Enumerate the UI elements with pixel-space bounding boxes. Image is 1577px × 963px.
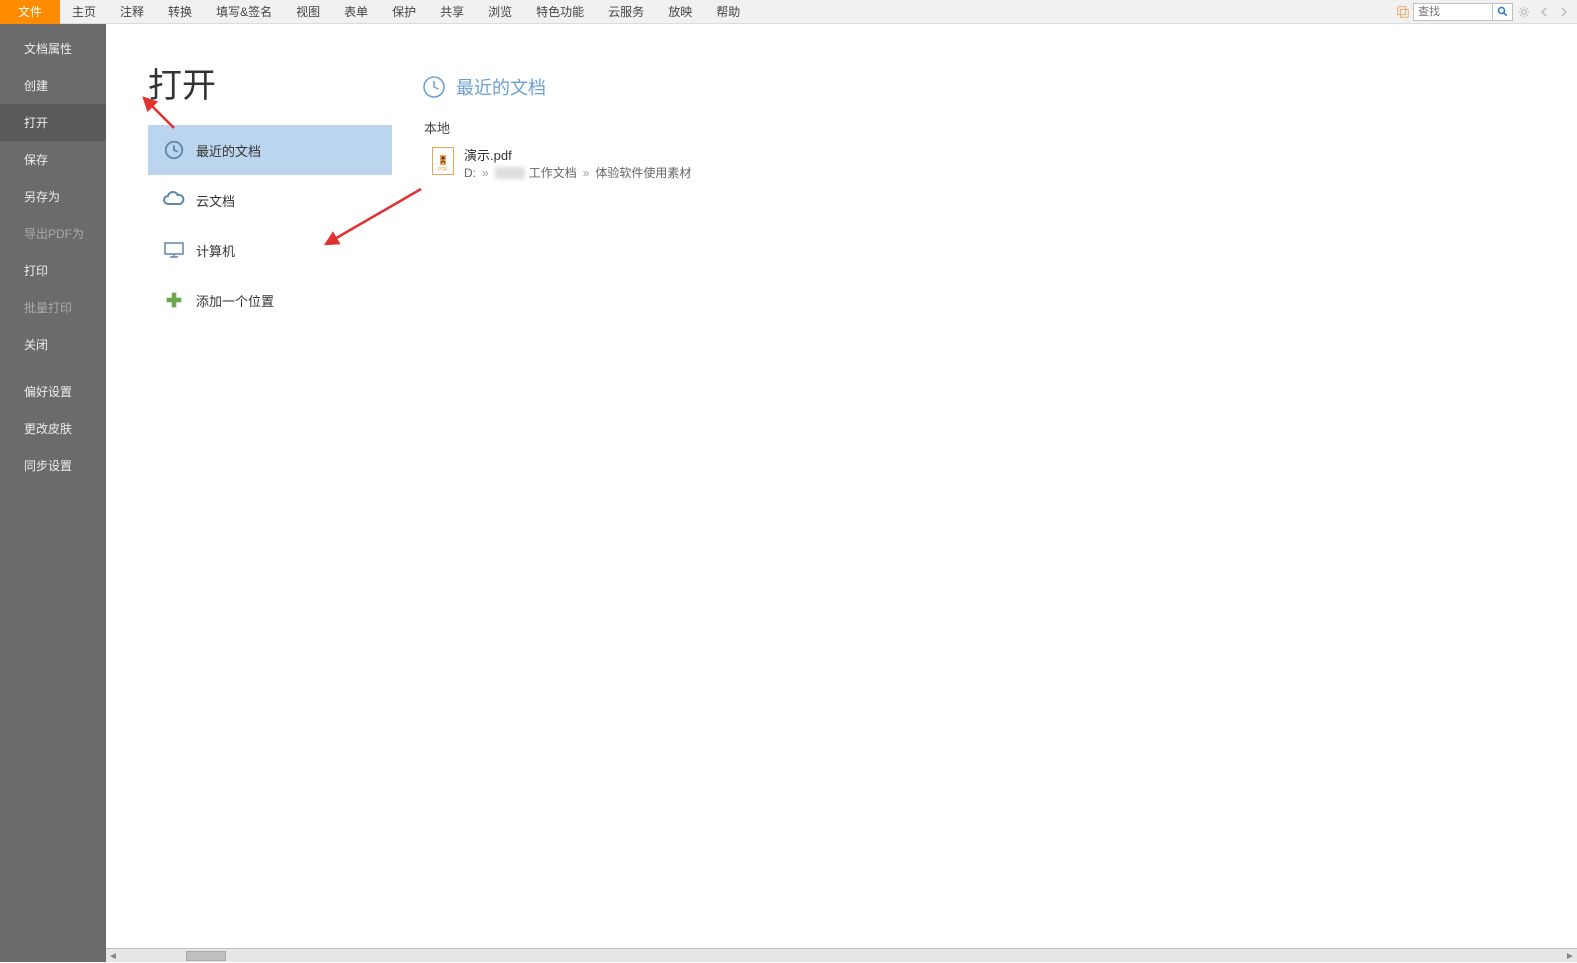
menu-convert[interactable]: 转换: [156, 0, 204, 24]
menu-browse[interactable]: 浏览: [476, 0, 524, 24]
menu-home[interactable]: 主页: [60, 0, 108, 24]
nav-next-icon[interactable]: [1555, 3, 1573, 21]
menu-protect[interactable]: 保护: [380, 0, 428, 24]
search-button[interactable]: [1493, 3, 1513, 21]
location-list: 最近的文档 云文档 计算机 添加一个位置: [106, 125, 392, 325]
search-highlight-icon[interactable]: [1393, 2, 1413, 22]
recent-file-item[interactable]: 演示.pdf D: » 工作文档 » 体验软件使用素材: [422, 143, 1577, 183]
menu-help[interactable]: 帮助: [704, 0, 752, 24]
open-locations-panel: 打开 最近的文档 云文档 计算机: [106, 24, 392, 962]
location-add-place[interactable]: 添加一个位置: [148, 275, 392, 325]
sidebar-change-skin[interactable]: 更改皮肤: [0, 410, 106, 447]
menu-view[interactable]: 视图: [284, 0, 332, 24]
location-label: 添加一个位置: [196, 291, 274, 310]
location-recent-docs[interactable]: 最近的文档: [148, 125, 392, 175]
settings-gear-icon[interactable]: [1515, 3, 1533, 21]
path-part: 体验软件使用素材: [595, 164, 691, 181]
pdf-file-icon: [432, 147, 454, 175]
sidebar-preferences[interactable]: 偏好设置: [0, 373, 106, 410]
menu-share[interactable]: 共享: [428, 0, 476, 24]
menu-featured[interactable]: 特色功能: [524, 0, 596, 24]
menu-comments[interactable]: 注释: [108, 0, 156, 24]
menu-form[interactable]: 表单: [332, 0, 380, 24]
sidebar-close[interactable]: 关闭: [0, 326, 106, 363]
nav-prev-icon[interactable]: [1535, 3, 1553, 21]
section-local-label: 本地: [424, 118, 1577, 137]
menu-right-tools: [1393, 0, 1577, 24]
content-header-title: 最近的文档: [456, 74, 546, 100]
scroll-left-icon[interactable]: ◄: [106, 949, 120, 963]
sidebar-export-pdf-as: 导出PDF为: [0, 215, 106, 252]
sidebar-save-as[interactable]: 另存为: [0, 178, 106, 215]
body-row: 文档属性 创建 打开 保存 另存为 导出PDF为 打印 批量打印 关闭 偏好设置…: [0, 24, 1577, 962]
recent-docs-panel: 最近的文档 本地 演示.pdf D: » 工作文档 » 体验软件使用素材: [392, 24, 1577, 962]
content-header: 最近的文档: [422, 74, 1577, 100]
location-label: 云文档: [196, 191, 235, 210]
cloud-icon: [162, 188, 186, 212]
clock-icon: [422, 75, 446, 99]
sidebar-open[interactable]: 打开: [0, 104, 106, 141]
sidebar-create[interactable]: 创建: [0, 67, 106, 104]
menu-fill-sign[interactable]: 填写&签名: [204, 0, 284, 24]
menu-cloud[interactable]: 云服务: [596, 0, 656, 24]
path-part: 工作文档: [529, 164, 577, 181]
scroll-right-icon[interactable]: ►: [1563, 949, 1577, 963]
location-computer[interactable]: 计算机: [148, 225, 392, 275]
menu-file[interactable]: 文件: [0, 0, 60, 24]
location-label: 计算机: [196, 241, 235, 260]
menu-bar: 文件 主页 注释 转换 填写&签名 视图 表单 保护 共享 浏览 特色功能 云服…: [0, 0, 1577, 24]
location-label: 最近的文档: [196, 141, 261, 160]
path-separator-icon: »: [482, 166, 489, 180]
clock-icon: [162, 138, 186, 162]
computer-icon: [162, 238, 186, 262]
file-info: 演示.pdf D: » 工作文档 » 体验软件使用素材: [464, 145, 691, 181]
sidebar-print[interactable]: 打印: [0, 252, 106, 289]
sidebar-divider: [0, 363, 106, 373]
sidebar-batch-print: 批量打印: [0, 289, 106, 326]
scroll-thumb[interactable]: [186, 951, 226, 961]
file-name: 演示.pdf: [464, 145, 691, 164]
search-input[interactable]: [1413, 3, 1493, 21]
path-part-redacted: [495, 167, 525, 179]
plus-icon: [162, 288, 186, 312]
file-path: D: » 工作文档 » 体验软件使用素材: [464, 164, 691, 181]
path-separator-icon: »: [583, 166, 590, 180]
horizontal-scrollbar[interactable]: ◄ ►: [106, 948, 1577, 962]
sidebar-doc-properties[interactable]: 文档属性: [0, 30, 106, 67]
page-title: 打开: [148, 58, 392, 107]
location-cloud-docs[interactable]: 云文档: [148, 175, 392, 225]
sidebar-save[interactable]: 保存: [0, 141, 106, 178]
menu-slideshow[interactable]: 放映: [656, 0, 704, 24]
sidebar-sync-settings[interactable]: 同步设置: [0, 447, 106, 484]
path-part: D:: [464, 166, 476, 180]
file-sidebar: 文档属性 创建 打开 保存 另存为 导出PDF为 打印 批量打印 关闭 偏好设置…: [0, 24, 106, 962]
